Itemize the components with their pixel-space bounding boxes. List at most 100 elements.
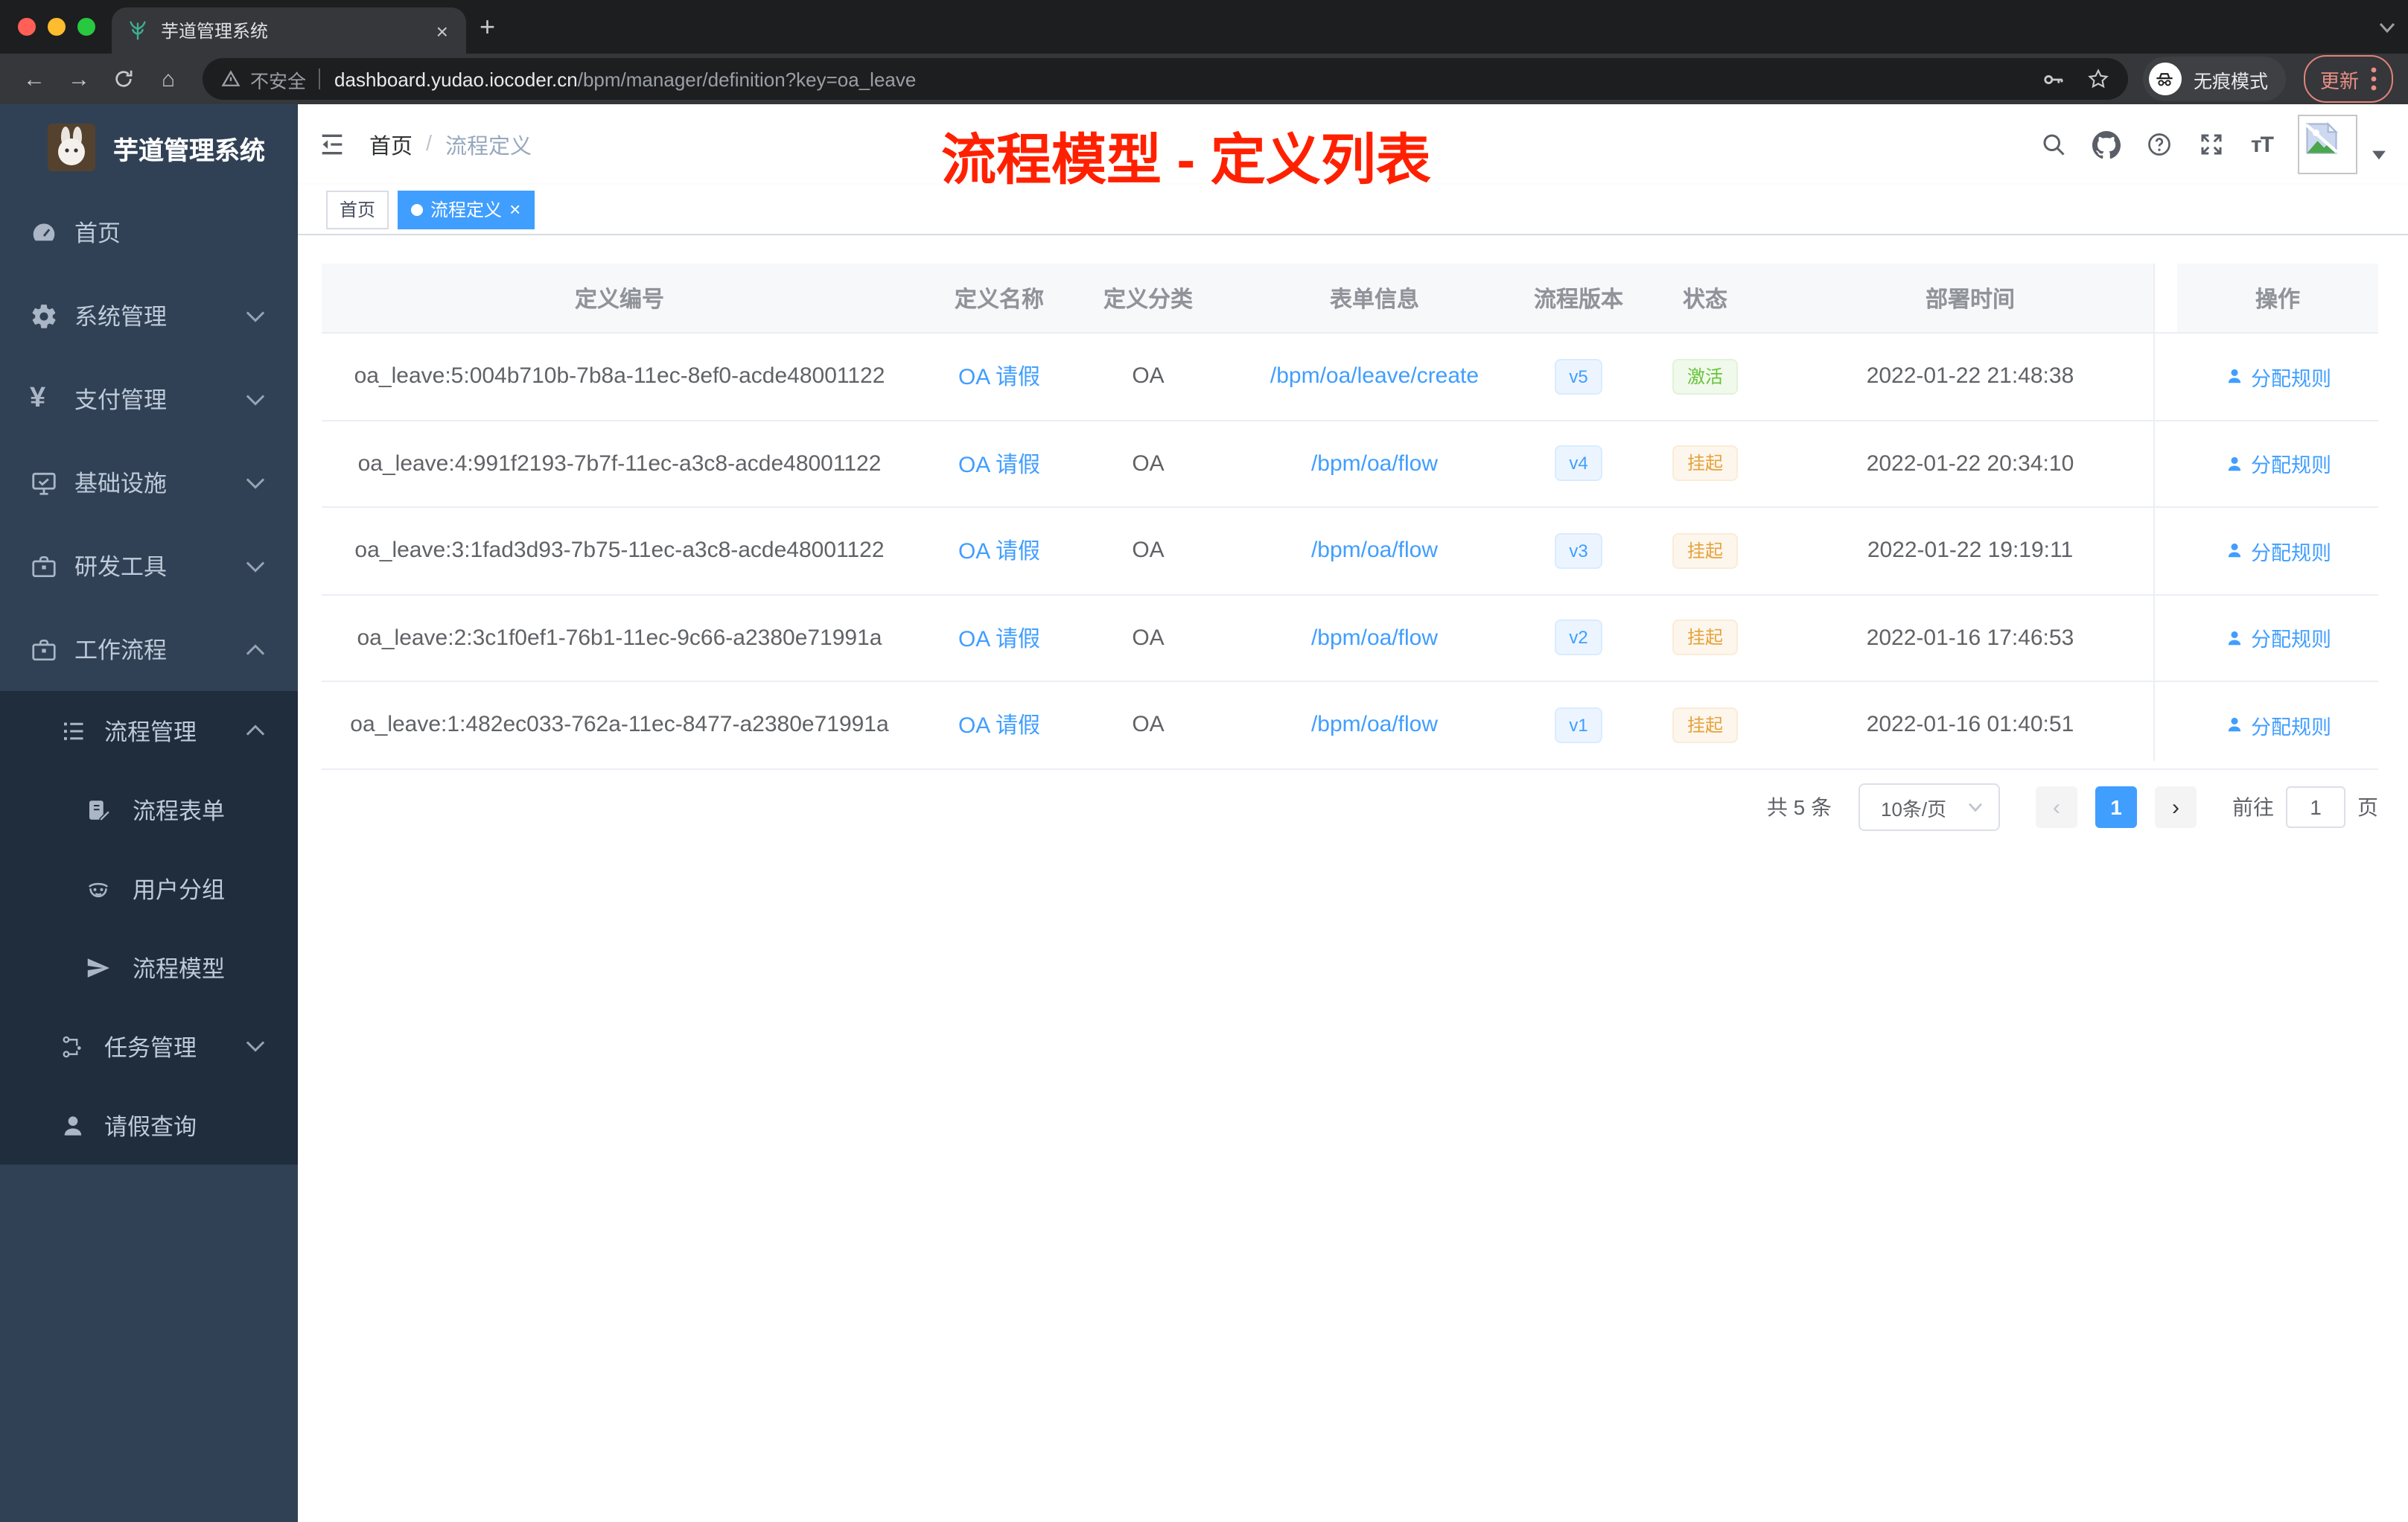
form-info-link[interactable]: /bpm/oa/flow <box>1311 451 1438 477</box>
definition-name-link[interactable]: OA 请假 <box>958 710 1040 741</box>
sidebar-item-infrastructure[interactable]: 基础设施 <box>0 441 298 524</box>
flow-tree-icon <box>63 1035 81 1057</box>
assign-rule-button[interactable]: 分配规则 <box>2224 362 2331 392</box>
bookmark-star-icon[interactable] <box>2086 67 2110 91</box>
url-bar[interactable]: 不安全 dashboard.yudao.iocoder.cn/bpm/manag… <box>203 58 2128 100</box>
breadcrumb-separator: / <box>426 133 433 156</box>
sidebar: 芋道管理系统 首页 系统管理 ¥ 支付管理 基础设施 研发工具 工作流程 流程管… <box>0 104 298 1522</box>
person-icon <box>64 1115 82 1135</box>
cell-definition-id: oa_leave:2:3c1f0ef1-76b1-11ec-9c66-a2380… <box>357 625 882 651</box>
prev-page-button[interactable]: ‹ <box>2036 786 2077 828</box>
assign-rule-button[interactable]: 分配规则 <box>2224 710 2331 740</box>
table-row: oa_leave:4:991f2193-7b7f-11ec-a3c8-acde4… <box>322 421 2378 508</box>
assign-rule-button[interactable]: 分配规则 <box>2224 623 2331 653</box>
next-page-button[interactable]: › <box>2155 786 2197 828</box>
avatar[interactable] <box>2298 115 2357 174</box>
form-edit-icon <box>89 800 111 821</box>
sidebar-item-process-model[interactable]: 流程模型 <box>0 928 298 1007</box>
version-badge: v5 <box>1554 358 1603 395</box>
main-content: 定义编号 定义名称 定义分类 表单信息 流程版本 状态 部署时间 操作 oa_l… <box>298 235 2408 1522</box>
tab-list-chevron-icon[interactable] <box>2378 21 2396 34</box>
status-badge: 挂起 <box>1672 620 1738 656</box>
form-info-link[interactable]: /bpm/oa/flow <box>1311 538 1438 564</box>
tab-title: 芋道管理系统 <box>161 21 269 42</box>
sidebar-toggle-hamburger-icon[interactable] <box>317 130 347 159</box>
update-button[interactable]: 更新 <box>2303 55 2393 103</box>
goto-page-input[interactable] <box>2286 786 2345 828</box>
tags-view-bar: 首页 流程定义 × <box>298 185 2408 235</box>
tag-process-definition[interactable]: 流程定义 × <box>398 190 535 229</box>
minimize-window-button[interactable] <box>48 18 66 36</box>
home-button[interactable]: ⌂ <box>149 66 188 92</box>
sidebar-item-process-management[interactable]: 流程管理 <box>0 691 298 770</box>
forward-button[interactable]: → <box>60 66 98 92</box>
cell-definition-id: oa_leave:4:991f2193-7b7f-11ec-a3c8-acde4… <box>357 450 882 477</box>
person-icon <box>2227 718 2240 732</box>
tag-close-icon[interactable]: × <box>509 200 520 219</box>
chevron-down-icon <box>246 561 265 572</box>
sidebar-item-process-form[interactable]: 流程表单 <box>0 770 298 849</box>
status-badge: 激活 <box>1672 358 1738 395</box>
current-page-button[interactable]: 1 <box>2095 786 2137 828</box>
assign-rule-button[interactable]: 分配规则 <box>2224 449 2331 479</box>
search-icon[interactable] <box>2041 131 2068 158</box>
app-title: 芋道管理系统 <box>113 136 265 165</box>
browser-tab[interactable]: 芋道管理系统 × <box>112 7 466 54</box>
new-tab-button[interactable]: + <box>480 12 495 42</box>
browser-menu-dots-icon[interactable] <box>2371 67 2377 91</box>
form-info-link[interactable]: /bpm/oa/leave/create <box>1270 364 1479 389</box>
sidebar-item-task-management[interactable]: 任务管理 <box>0 1007 298 1086</box>
form-info-link[interactable]: /bpm/oa/flow <box>1311 713 1438 738</box>
sidebar-item-payment[interactable]: ¥ 支付管理 <box>0 357 298 441</box>
sidebar-item-home[interactable]: 首页 <box>0 191 298 274</box>
breadcrumb-home[interactable]: 首页 <box>369 129 413 160</box>
definition-name-link[interactable]: OA 请假 <box>958 448 1040 480</box>
version-badge: v1 <box>1554 707 1603 743</box>
sidebar-item-leave-query[interactable]: 请假查询 <box>0 1086 298 1165</box>
url-path: /bpm/manager/definition?key=oa_leave <box>577 68 917 90</box>
toolbox-icon <box>32 555 56 577</box>
version-badge: v4 <box>1554 445 1603 482</box>
person-icon <box>2227 456 2240 471</box>
maximize-window-button[interactable] <box>77 18 95 36</box>
cell-definition-id: oa_leave:5:004b710b-7b8a-11ec-8ef0-acde4… <box>354 363 885 389</box>
tab-close-icon[interactable]: × <box>433 20 451 41</box>
password-key-icon[interactable] <box>2040 66 2065 92</box>
github-icon[interactable] <box>2092 130 2121 159</box>
sidebar-item-system[interactable]: 系统管理 <box>0 274 298 357</box>
update-label: 更新 <box>2319 69 2359 92</box>
form-info-link[interactable]: /bpm/oa/flow <box>1311 625 1438 651</box>
assign-rule-button[interactable]: 分配规则 <box>2224 536 2331 566</box>
help-question-icon[interactable] <box>2147 131 2173 158</box>
chevron-down-icon <box>246 1041 265 1052</box>
definition-name-link[interactable]: OA 请假 <box>958 623 1040 654</box>
definition-name-link[interactable]: OA 请假 <box>958 361 1040 392</box>
chevron-up-icon <box>246 725 265 736</box>
monitor-icon <box>32 471 56 494</box>
sidebar-logo[interactable]: 芋道管理系统 <box>0 104 298 191</box>
status-badge: 挂起 <box>1672 532 1738 569</box>
app-navbar: 首页 / 流程定义 流程模型 - 定义列表 тT <box>298 104 2408 191</box>
not-secure-label[interactable]: 不安全 <box>250 65 306 93</box>
table-row: oa_leave:2:3c1f0ef1-76b1-11ec-9c66-a2380… <box>322 595 2378 682</box>
tag-home[interactable]: 首页 <box>326 190 389 229</box>
definition-name-link[interactable]: OA 请假 <box>958 535 1040 567</box>
not-secure-warning-icon <box>221 70 241 86</box>
sidebar-item-workflow[interactable]: 工作流程 <box>0 608 298 691</box>
close-window-button[interactable] <box>18 18 36 36</box>
status-badge: 挂起 <box>1672 707 1738 743</box>
sidebar-item-user-group[interactable]: 用户分组 <box>0 849 298 928</box>
back-button[interactable]: ← <box>15 66 54 92</box>
font-size-icon[interactable]: тT <box>2251 132 2274 157</box>
reload-icon[interactable] <box>104 67 143 91</box>
fullscreen-icon[interactable] <box>2199 131 2226 158</box>
logo-rabbit-image <box>48 124 95 171</box>
breadcrumb: 首页 / 流程定义 <box>369 104 532 185</box>
sidebar-item-dev-tools[interactable]: 研发工具 <box>0 524 298 608</box>
cell-deploy-time: 2022-01-16 17:46:53 <box>1866 625 2074 651</box>
person-icon <box>2227 369 2240 383</box>
header-definition-name: 定义名称 <box>917 264 1081 332</box>
person-icon <box>2227 631 2240 645</box>
avatar-caret-down-icon[interactable] <box>2371 149 2387 161</box>
page-size-select[interactable]: 10条/页 <box>1858 783 2000 831</box>
